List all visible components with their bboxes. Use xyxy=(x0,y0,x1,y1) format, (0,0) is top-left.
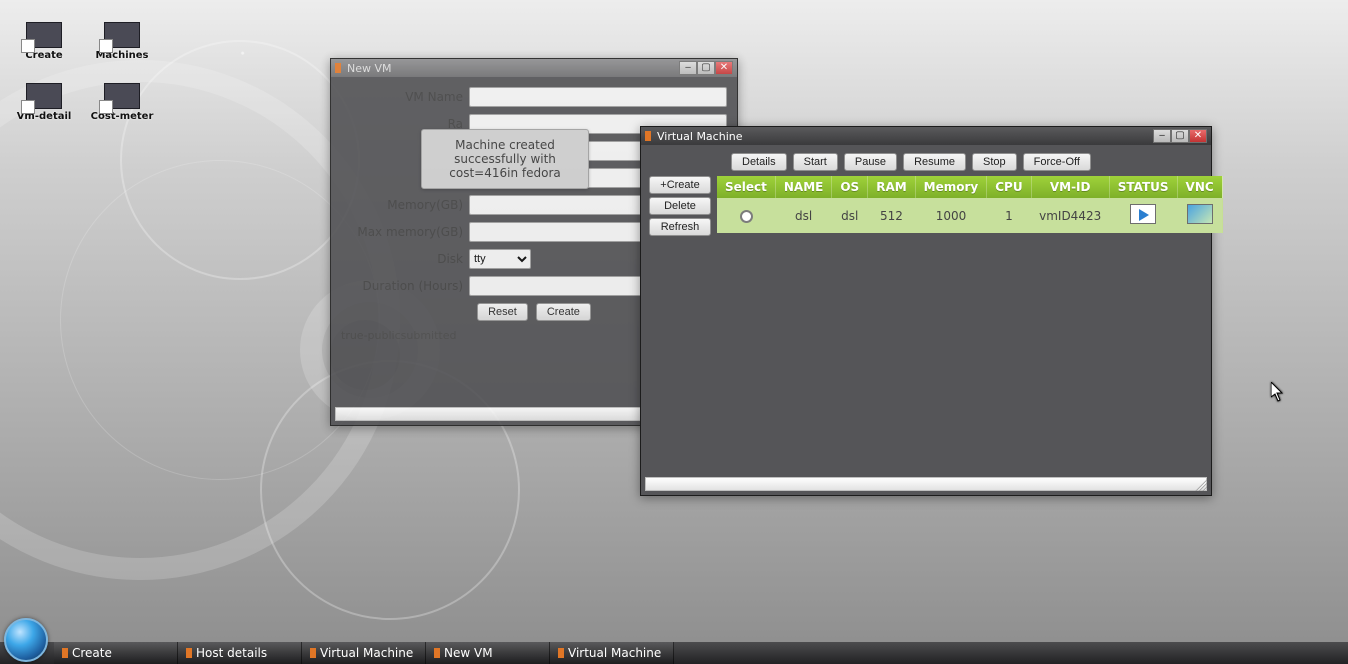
titlebar[interactable]: New VM ‒ ▢ ✕ xyxy=(331,59,737,77)
label-vm-name: VM Name xyxy=(341,90,469,104)
cell-memory: 1000 xyxy=(915,198,987,233)
refresh-vm-button[interactable]: Refresh xyxy=(649,218,711,236)
window-virtual-machine[interactable]: Virtual Machine ‒ ▢ ✕ Details Start Paus… xyxy=(640,126,1212,496)
taskbar-item-create[interactable]: Create xyxy=(54,642,178,664)
start-button[interactable]: Start xyxy=(793,153,838,171)
cell-os: dsl xyxy=(832,198,868,233)
label-memory: Memory(GB) xyxy=(341,198,469,212)
label-disk: Disk xyxy=(341,252,469,266)
cell-ram: 512 xyxy=(868,198,915,233)
desktop-icon-create[interactable]: Create xyxy=(18,22,70,61)
monitor-icon xyxy=(26,22,62,48)
col-select: Select xyxy=(717,176,775,198)
window-indicator-icon xyxy=(186,648,192,658)
label-max-memory: Max memory(GB) xyxy=(341,225,469,239)
col-cpu: CPU xyxy=(987,176,1031,198)
taskbar-item-new-vm[interactable]: New VM xyxy=(426,642,550,664)
delete-vm-button[interactable]: Delete xyxy=(649,197,711,215)
monitor-icon xyxy=(104,83,140,109)
taskbar-item-label: Virtual Machine xyxy=(320,646,413,660)
toast-message: Machine created successfully with cost=4… xyxy=(421,129,589,189)
desktop-icon-grid: Create Machines Vm-detail Cost-meter xyxy=(18,22,148,122)
taskbar-item-host-details[interactable]: Host details xyxy=(178,642,302,664)
close-button[interactable]: ✕ xyxy=(1189,129,1207,143)
vm-table: Select NAME OS RAM Memory CPU VM-ID STAT… xyxy=(717,176,1223,233)
minimize-button[interactable]: ‒ xyxy=(1153,129,1171,143)
play-icon[interactable] xyxy=(1130,204,1156,224)
resize-handle[interactable] xyxy=(1195,479,1207,491)
desktop-icon-cost-meter[interactable]: Cost-meter xyxy=(96,83,148,122)
start-menu-button[interactable] xyxy=(4,618,48,662)
window-title: Virtual Machine xyxy=(657,130,743,143)
col-ram: RAM xyxy=(868,176,915,198)
window-indicator-icon xyxy=(335,63,341,73)
resume-button[interactable]: Resume xyxy=(903,153,966,171)
window-indicator-icon xyxy=(434,648,440,658)
input-vm-name[interactable] xyxy=(469,87,727,107)
cell-name: dsl xyxy=(775,198,831,233)
taskbar-item-virtual-machine-2[interactable]: Virtual Machine xyxy=(550,642,674,664)
force-off-button[interactable]: Force-Off xyxy=(1023,153,1091,171)
table-row[interactable]: dsl dsl 512 1000 1 vmID4423 xyxy=(717,198,1222,233)
window-indicator-icon xyxy=(310,648,316,658)
desktop-icon-vm-detail[interactable]: Vm-detail xyxy=(18,83,70,122)
col-os: OS xyxy=(832,176,868,198)
details-button[interactable]: Details xyxy=(731,153,787,171)
col-vnc: VNC xyxy=(1177,176,1222,198)
select-disk[interactable]: tty xyxy=(469,249,531,269)
close-button[interactable]: ✕ xyxy=(715,61,733,75)
col-name: NAME xyxy=(775,176,831,198)
taskbar-item-label: Host details xyxy=(196,646,267,660)
vm-action-toolbar: Details Start Pause Resume Stop Force-Of… xyxy=(731,153,1203,171)
window-indicator-icon xyxy=(645,131,651,141)
create-vm-button[interactable]: +Create xyxy=(649,176,711,194)
col-status: STATUS xyxy=(1109,176,1177,198)
vm-side-toolbar: +Create Delete Refresh xyxy=(649,176,711,236)
create-button[interactable]: Create xyxy=(536,303,591,321)
monitor-icon xyxy=(26,83,62,109)
status-bar xyxy=(645,477,1207,491)
pause-button[interactable]: Pause xyxy=(844,153,897,171)
vnc-icon[interactable] xyxy=(1187,204,1213,224)
row-select-radio[interactable] xyxy=(740,210,753,223)
col-memory: Memory xyxy=(915,176,987,198)
minimize-button[interactable]: ‒ xyxy=(679,61,697,75)
label-duration: Duration (Hours) xyxy=(341,279,469,293)
desktop-icon-machines[interactable]: Machines xyxy=(96,22,148,61)
taskbar-item-label: Create xyxy=(72,646,112,660)
monitor-icon xyxy=(104,22,140,48)
vm-panel: Details Start Pause Resume Stop Force-Of… xyxy=(641,145,1211,495)
window-title: New VM xyxy=(347,62,392,75)
reset-button[interactable]: Reset xyxy=(477,303,528,321)
cell-vmid: vmID4423 xyxy=(1031,198,1109,233)
taskbar-item-label: New VM xyxy=(444,646,493,660)
maximize-button[interactable]: ▢ xyxy=(697,61,715,75)
window-indicator-icon xyxy=(558,648,564,658)
maximize-button[interactable]: ▢ xyxy=(1171,129,1189,143)
cell-cpu: 1 xyxy=(987,198,1031,233)
taskbar: Create Host details Virtual Machine New … xyxy=(0,642,1348,664)
taskbar-item-virtual-machine-1[interactable]: Virtual Machine xyxy=(302,642,426,664)
titlebar[interactable]: Virtual Machine ‒ ▢ ✕ xyxy=(641,127,1211,145)
col-vmid: VM-ID xyxy=(1031,176,1109,198)
window-indicator-icon xyxy=(62,648,68,658)
taskbar-item-label: Virtual Machine xyxy=(568,646,661,660)
stop-button[interactable]: Stop xyxy=(972,153,1017,171)
